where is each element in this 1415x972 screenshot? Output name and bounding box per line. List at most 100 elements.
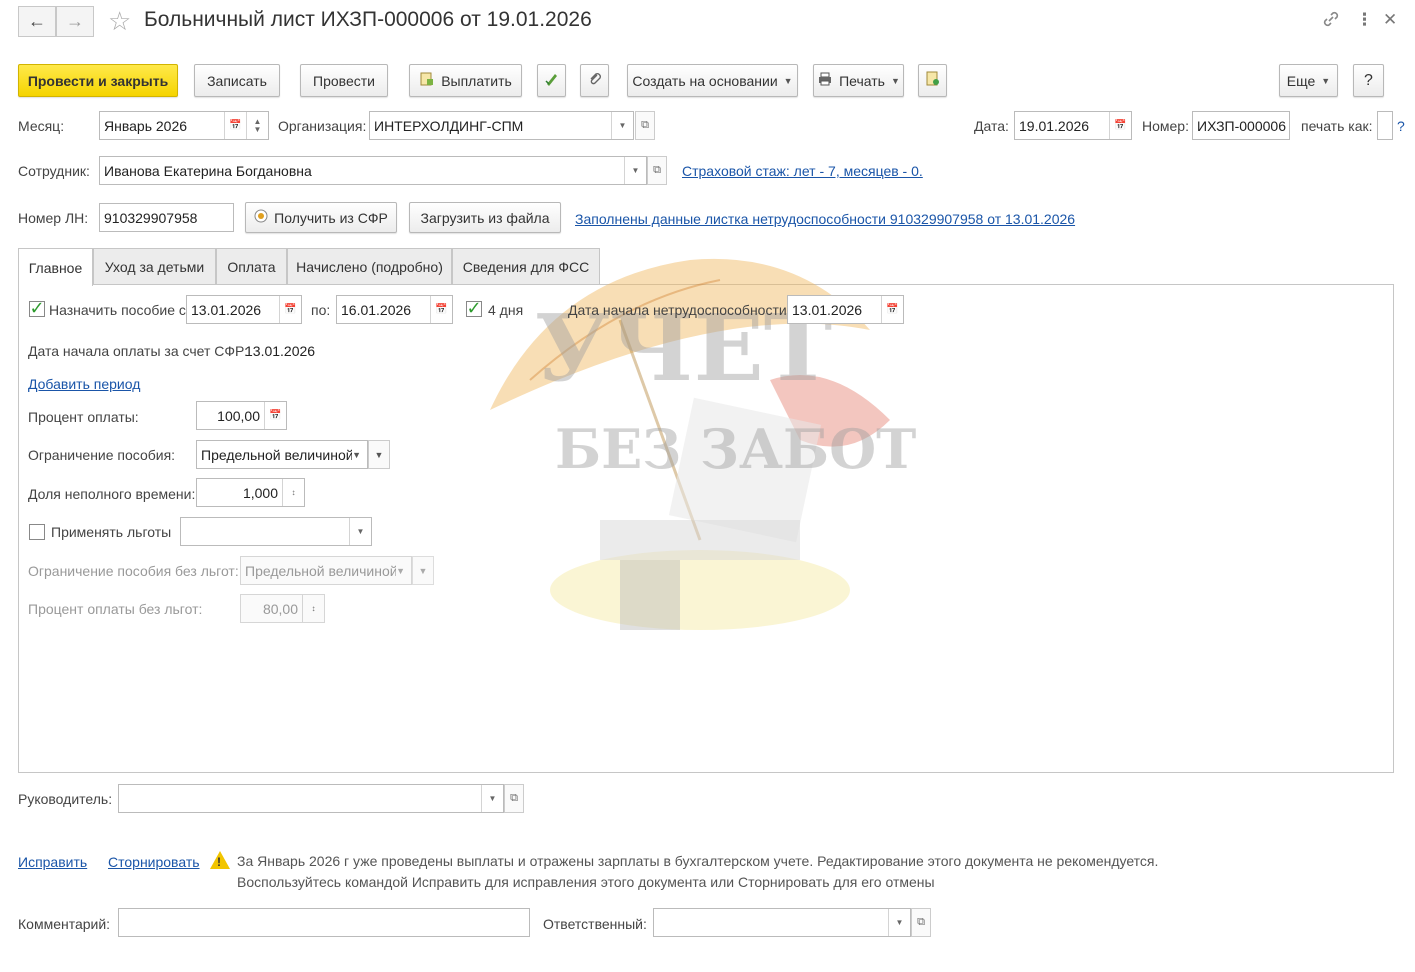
number-field[interactable]: ИХЗП-000006 xyxy=(1192,111,1290,140)
post-button[interactable]: Провести xyxy=(300,64,388,97)
arrow-right-icon: → xyxy=(66,11,84,31)
date-field[interactable]: 19.01.2026 📅 xyxy=(1014,111,1132,140)
percent-no-benefits-field: 80,00 ↕ xyxy=(240,594,325,623)
number-label: Номер: xyxy=(1142,118,1189,134)
chevron-down-icon[interactable]: ▼ xyxy=(611,112,633,139)
benefits-select[interactable]: ▼ xyxy=(180,517,372,546)
tab-fss-info[interactable]: Сведения для ФСС xyxy=(452,248,600,285)
save-button[interactable]: Записать xyxy=(194,64,280,97)
edit-pen-button[interactable] xyxy=(537,64,566,97)
forward-button[interactable]: → xyxy=(56,6,94,37)
stepper-icon[interactable]: ▲ ▼ xyxy=(246,112,268,139)
tab-main[interactable]: Главное xyxy=(18,248,93,286)
benefit-to-field[interactable]: 16.01.2026 📅 xyxy=(336,295,453,324)
calendar-icon[interactable]: 📅 xyxy=(279,296,301,323)
employee-label: Сотрудник: xyxy=(18,163,90,179)
employee-field[interactable]: Иванова Екатерина Богдановна ▼ xyxy=(99,156,647,185)
report-button[interactable] xyxy=(918,64,947,97)
responsible-field[interactable]: ▼ xyxy=(653,908,911,937)
manager-label: Руководитель: xyxy=(18,791,113,807)
chevron-down-icon: ▼ xyxy=(418,565,428,576)
open-icon: ⧉ xyxy=(917,916,925,928)
responsible-label: Ответственный: xyxy=(543,916,647,932)
tab-childcare[interactable]: Уход за детьми xyxy=(93,248,216,285)
create-based-on-button[interactable]: Создать на основании ▼ xyxy=(627,64,798,97)
storno-link[interactable]: Сторнировать xyxy=(108,854,200,870)
more-button[interactable]: Еще ▼ xyxy=(1279,64,1338,97)
open-responsible-button[interactable]: ⧉ xyxy=(911,908,931,937)
chevron-down-icon[interactable]: ▼ xyxy=(349,518,371,545)
comment-label: Комментарий: xyxy=(18,916,111,932)
organization-label: Организация: xyxy=(278,118,367,134)
percent-field[interactable]: 100,00 📅 xyxy=(196,401,287,430)
apply-benefits-label: Применять льготы xyxy=(51,524,172,540)
tab-accrued-detailed[interactable]: Начислено (подробно) xyxy=(287,248,452,285)
manager-field[interactable]: ▼ xyxy=(118,784,504,813)
calendar-icon[interactable]: 📅 xyxy=(224,112,246,139)
printer-icon xyxy=(817,71,833,90)
to-label: по: xyxy=(311,302,331,318)
filled-data-link[interactable]: Заполнены данные листка нетрудоспособнос… xyxy=(575,211,1075,227)
pay-button[interactable]: Выплатить xyxy=(409,64,522,97)
open-manager-button[interactable]: ⧉ xyxy=(504,784,524,813)
days-checkbox[interactable]: ✓ xyxy=(466,299,482,317)
tab-payment[interactable]: Оплата xyxy=(216,248,287,285)
days-label: 4 дня xyxy=(488,302,524,318)
part-time-field[interactable]: 1,000 ↕ xyxy=(196,478,305,507)
calendar-icon[interactable]: 📅 xyxy=(1109,112,1131,139)
month-field[interactable]: Январь 2026 📅 ▲ ▼ xyxy=(99,111,269,140)
more-vertical-icon[interactable]: ⋮ xyxy=(1356,10,1373,30)
fix-link[interactable]: Исправить xyxy=(18,854,87,870)
arrow-left-icon: ← xyxy=(28,11,46,31)
incapacity-start-field[interactable]: 13.01.2026 📅 xyxy=(787,295,904,324)
limit-no-benefits-dropdown: ▼ xyxy=(412,556,434,585)
print-as-help[interactable]: ? xyxy=(1397,118,1405,134)
insurance-experience-link[interactable]: Страховой стаж: лет - 7, месяцев - 0. xyxy=(682,163,923,179)
chevron-down-icon[interactable]: ▼ xyxy=(888,909,910,936)
comment-field[interactable] xyxy=(118,908,530,937)
post-and-close-button[interactable]: Провести и закрыть xyxy=(18,64,178,97)
chevron-down-icon: ▼ xyxy=(352,449,361,460)
calendar-icon[interactable]: 📅 xyxy=(430,296,452,323)
open-organization-button[interactable]: ⧉ xyxy=(635,111,655,140)
calculator-icon[interactable]: 📅 xyxy=(264,402,286,429)
chevron-down-icon[interactable]: ▼ xyxy=(624,157,646,184)
help-button[interactable]: ? xyxy=(1353,64,1384,97)
load-from-file-button[interactable]: Загрузить из файла xyxy=(409,202,561,233)
get-from-sfr-button[interactable]: Получить из СФР xyxy=(245,202,397,233)
assign-benefit-checkbox[interactable]: ✓ xyxy=(29,297,45,318)
favorite-star-icon[interactable]: ☆ xyxy=(108,6,131,37)
ln-number-field[interactable]: 910329907958 xyxy=(99,203,234,232)
chevron-down-icon[interactable]: ▼ xyxy=(481,785,503,812)
organization-field[interactable]: ИНТЕРХОЛДИНГ-СПМ ▼ xyxy=(369,111,634,140)
benefit-from-field[interactable]: 13.01.2026 📅 xyxy=(186,295,302,324)
open-icon: ⧉ xyxy=(510,792,518,804)
print-as-field[interactable] xyxy=(1377,111,1393,140)
calendar-icon[interactable]: 📅 xyxy=(881,296,903,323)
open-employee-button[interactable]: ⧉ xyxy=(647,156,667,185)
chevron-down-icon: ▼ xyxy=(374,449,384,460)
warning-line2: Воспользуйтесь командой Исправить для ис… xyxy=(237,874,935,890)
month-label: Месяц: xyxy=(18,118,65,134)
close-icon[interactable]: ✕ xyxy=(1383,10,1397,30)
sfr-start-value: 13.01.2026 xyxy=(245,343,316,359)
percent-no-benefits-label: Процент оплаты без льгот: xyxy=(28,601,203,617)
chevron-down-icon: ▼ xyxy=(396,565,405,576)
sfr-start-label: Дата начала оплаты за счет СФР: xyxy=(28,343,248,359)
assign-benefit-label: Назначить пособие с: xyxy=(49,302,190,318)
warning-line1: За Январь 2026 г уже проведены выплаты и… xyxy=(237,853,1159,869)
stepper-icon[interactable]: ↕ xyxy=(282,479,304,506)
attach-button[interactable] xyxy=(580,64,609,97)
link-icon[interactable] xyxy=(1322,10,1340,33)
warning-mark: ! xyxy=(217,855,221,869)
percent-label: Процент оплаты: xyxy=(28,409,139,425)
benefit-limit-label: Ограничение пособия: xyxy=(28,447,176,463)
apply-benefits-checkbox[interactable] xyxy=(29,524,45,540)
print-button[interactable]: Печать ▼ xyxy=(813,64,904,97)
benefit-limit-select[interactable]: Предельной величиной ▼ xyxy=(196,440,368,469)
check-icon: ✓ xyxy=(29,297,45,318)
add-period-link[interactable]: Добавить период xyxy=(28,376,140,392)
open-icon: ⧉ xyxy=(641,119,649,131)
benefit-limit-dropdown[interactable]: ▼ xyxy=(368,440,390,469)
back-button[interactable]: ← xyxy=(18,6,56,37)
